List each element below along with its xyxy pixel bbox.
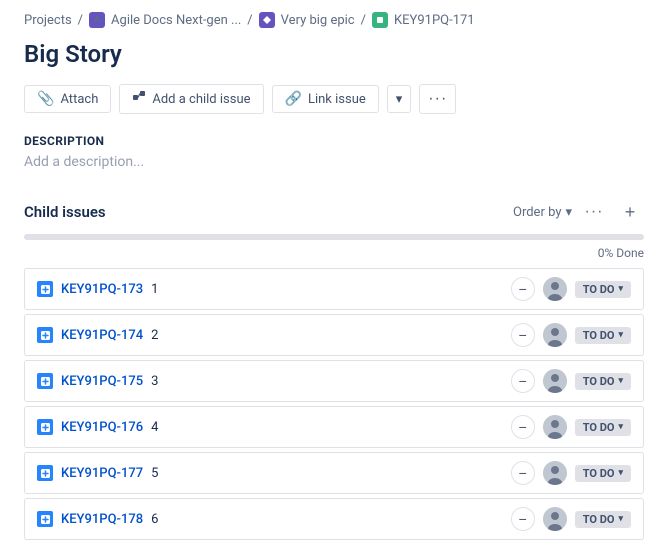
story-icon	[372, 12, 388, 28]
description-label: Description	[24, 134, 644, 148]
status-badge[interactable]: TO DO ▾	[575, 373, 631, 390]
issue-type-icon	[37, 373, 53, 389]
issue-row: KEY91PQ-175 3 − TO DO ▾	[24, 360, 644, 402]
avatar	[543, 507, 567, 531]
add-child-label: Add a child issue	[152, 92, 250, 107]
status-label: TO DO	[583, 375, 615, 388]
issue-type-icon	[37, 419, 53, 435]
status-label: TO DO	[583, 283, 615, 296]
issue-key[interactable]: KEY91PQ-174	[61, 328, 143, 343]
progress-bar-background	[24, 234, 644, 240]
avatar	[543, 369, 567, 393]
issue-type-icon	[37, 281, 53, 297]
breadcrumb-sep2: /	[247, 13, 252, 28]
issue-list: KEY91PQ-173 1 − TO DO ▾ KEY91PQ-174 2 −	[0, 268, 668, 540]
order-by-label: Order by	[513, 205, 561, 220]
description-placeholder[interactable]: Add a description...	[24, 154, 644, 170]
avatar	[543, 461, 567, 485]
issue-key[interactable]: KEY91PQ-176	[61, 420, 143, 435]
issue-number: 6	[151, 512, 503, 527]
issue-row: KEY91PQ-177 5 − TO DO ▾	[24, 452, 644, 494]
progress-label: 0% Done	[0, 244, 668, 268]
child-issues-title: Child issues	[24, 203, 106, 221]
child-issues-dots-button[interactable]: ···	[580, 198, 608, 226]
status-label: TO DO	[583, 329, 615, 342]
status-badge[interactable]: TO DO ▾	[575, 511, 631, 528]
avatar	[543, 323, 567, 347]
child-issues-controls: Order by ▾ ··· +	[513, 198, 644, 226]
order-by-button[interactable]: Order by ▾	[513, 205, 572, 220]
issue-remove-button[interactable]: −	[511, 461, 535, 485]
breadcrumb-agile[interactable]: Agile Docs Next-gen ...	[111, 13, 241, 28]
breadcrumb-story[interactable]: KEY91PQ-171	[394, 13, 475, 28]
link-issue-label: Link issue	[308, 92, 366, 107]
child-dots-icon: ···	[585, 203, 604, 221]
page-title: Big Story	[0, 36, 668, 84]
link-icon: 🔗	[285, 91, 302, 107]
status-badge[interactable]: TO DO ▾	[575, 327, 631, 344]
status-label: TO DO	[583, 513, 615, 526]
agile-icon: A	[89, 12, 105, 28]
attach-icon: 📎	[37, 91, 54, 107]
toolbar: 📎 Attach Add a child issue 🔗 Link issue …	[0, 84, 668, 134]
breadcrumb-epic[interactable]: Very big epic	[281, 13, 355, 28]
toolbar-dropdown-button[interactable]: ▾	[387, 85, 412, 113]
status-chevron-icon: ▾	[618, 376, 623, 386]
issue-number: 3	[151, 374, 503, 389]
epic-icon	[259, 12, 275, 28]
add-plus-icon: +	[625, 202, 636, 223]
status-badge[interactable]: TO DO ▾	[575, 281, 631, 298]
status-label: TO DO	[583, 467, 615, 480]
status-chevron-icon: ▾	[618, 330, 623, 340]
status-label: TO DO	[583, 421, 615, 434]
child-issues-header: Child issues Order by ▾ ··· +	[0, 190, 668, 226]
issue-remove-button[interactable]: −	[511, 323, 535, 347]
avatar	[543, 277, 567, 301]
issue-key[interactable]: KEY91PQ-177	[61, 466, 143, 481]
attach-button[interactable]: 📎 Attach	[24, 85, 111, 113]
issue-row: KEY91PQ-173 1 − TO DO ▾	[24, 268, 644, 310]
issue-row: KEY91PQ-174 2 − TO DO ▾	[24, 314, 644, 356]
breadcrumb-sep1: /	[78, 13, 83, 28]
child-issues-add-button[interactable]: +	[616, 198, 644, 226]
more-dots-icon: ···	[428, 90, 447, 108]
issue-type-icon	[37, 327, 53, 343]
issue-key[interactable]: KEY91PQ-175	[61, 374, 143, 389]
breadcrumb: Projects / A Agile Docs Next-gen ... / V…	[0, 0, 668, 36]
issue-number: 1	[151, 282, 503, 297]
issue-key[interactable]: KEY91PQ-173	[61, 282, 143, 297]
issue-key[interactable]: KEY91PQ-178	[61, 512, 143, 527]
issue-number: 4	[151, 420, 503, 435]
avatar	[543, 415, 567, 439]
status-chevron-icon: ▾	[618, 422, 623, 432]
child-issue-icon	[132, 90, 146, 108]
breadcrumb-projects[interactable]: Projects	[24, 13, 72, 28]
issue-type-icon	[37, 511, 53, 527]
issue-row: KEY91PQ-176 4 − TO DO ▾	[24, 406, 644, 448]
status-chevron-icon: ▾	[618, 284, 623, 294]
breadcrumb-sep3: /	[361, 13, 366, 28]
order-by-chevron-icon: ▾	[565, 205, 572, 220]
issue-row: KEY91PQ-178 6 − TO DO ▾	[24, 498, 644, 540]
issue-remove-button[interactable]: −	[511, 369, 535, 393]
chevron-down-icon: ▾	[396, 91, 403, 107]
issue-number: 5	[151, 466, 503, 481]
status-chevron-icon: ▾	[618, 468, 623, 478]
issue-number: 2	[151, 328, 503, 343]
toolbar-more-button[interactable]: ···	[419, 84, 456, 114]
link-issue-button[interactable]: 🔗 Link issue	[272, 85, 379, 113]
description-section: Description Add a description...	[0, 134, 668, 190]
issue-remove-button[interactable]: −	[511, 507, 535, 531]
issue-type-icon	[37, 465, 53, 481]
status-chevron-icon: ▾	[618, 514, 623, 524]
progress-bar-container	[0, 226, 668, 244]
issue-remove-button[interactable]: −	[511, 277, 535, 301]
issue-remove-button[interactable]: −	[511, 415, 535, 439]
status-badge[interactable]: TO DO ▾	[575, 419, 631, 436]
attach-label: Attach	[60, 92, 98, 107]
add-child-button[interactable]: Add a child issue	[119, 84, 263, 114]
status-badge[interactable]: TO DO ▾	[575, 465, 631, 482]
